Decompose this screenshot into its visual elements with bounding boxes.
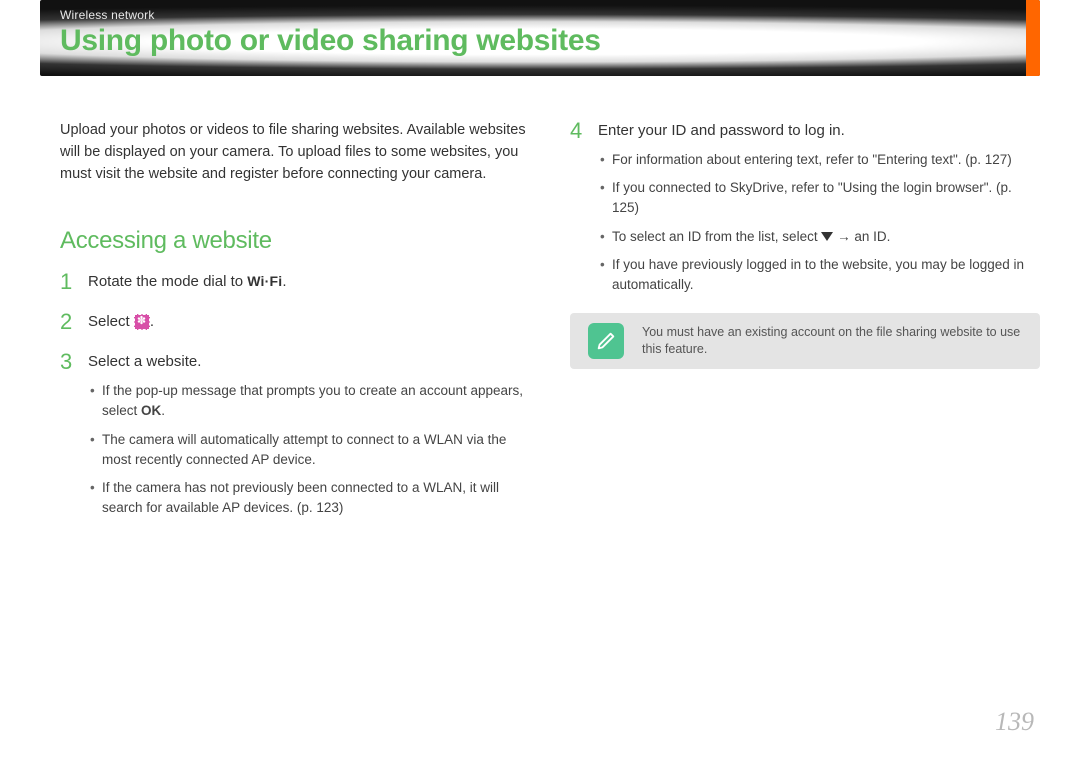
wifi-icon: Wi·Fi xyxy=(247,271,282,291)
step-number: 2 xyxy=(60,311,76,333)
step-sub: If the camera has not previously been co… xyxy=(102,478,530,519)
step-sub: If you have previously logged in to the … xyxy=(612,255,1040,296)
note-box: You must have an existing account on the… xyxy=(570,313,1040,369)
header-banner: Wireless network Using photo or video sh… xyxy=(40,0,1040,76)
step-4: 4 Enter your ID and password to log in. … xyxy=(570,120,1040,295)
page-number: 139 xyxy=(995,707,1034,737)
step-number: 3 xyxy=(60,351,76,518)
right-column: 4 Enter your ID and password to log in. … xyxy=(570,120,1040,537)
pen-note-icon xyxy=(588,323,624,359)
step-sub: The camera will automatically attempt to… xyxy=(102,430,530,471)
step-sub: If the pop-up message that prompts you t… xyxy=(102,381,530,422)
down-triangle-icon xyxy=(821,232,833,241)
step-text-pre: Select xyxy=(88,313,134,330)
step-sub: If you connected to SkyDrive, refer to "… xyxy=(612,178,1040,219)
step-text: Enter your ID and password to log in. xyxy=(598,120,1040,142)
step-text: Select a website. xyxy=(88,351,530,373)
page-title: Using photo or video sharing websites xyxy=(60,24,601,57)
sub-text: . xyxy=(161,403,165,418)
step-text: Select . xyxy=(88,311,530,333)
step-text: Rotate the mode dial to Wi·Fi. xyxy=(88,271,530,293)
step-text-pre: Rotate the mode dial to xyxy=(88,273,247,290)
step-sub: For information about entering text, ref… xyxy=(612,150,1040,170)
step-1: 1 Rotate the mode dial to Wi·Fi. xyxy=(60,271,530,293)
content-area: Upload your photos or videos to file sha… xyxy=(60,120,1040,537)
sub-text: To select an ID from the list, select xyxy=(612,229,821,244)
section-heading: Accessing a website xyxy=(60,227,530,255)
breadcrumb: Wireless network xyxy=(60,8,601,22)
step-number: 4 xyxy=(570,120,586,295)
step-2: 2 Select . xyxy=(60,311,530,333)
note-text: You must have an existing account on the… xyxy=(642,324,1022,359)
sub-text-bold: OK xyxy=(141,403,161,418)
step-text-post: . xyxy=(150,313,154,330)
step-text-post: . xyxy=(282,273,286,290)
left-column: Upload your photos or videos to file sha… xyxy=(60,120,530,537)
share-icon xyxy=(134,314,150,330)
sub-text: If the pop-up message that prompts you t… xyxy=(102,383,523,418)
step-sub: To select an ID from the list, select → … xyxy=(612,227,1040,247)
sub-text: → an ID. xyxy=(833,229,890,244)
step-3: 3 Select a website. If the pop-up messag… xyxy=(60,351,530,518)
intro-text: Upload your photos or videos to file sha… xyxy=(60,120,530,185)
step-number: 1 xyxy=(60,271,76,293)
